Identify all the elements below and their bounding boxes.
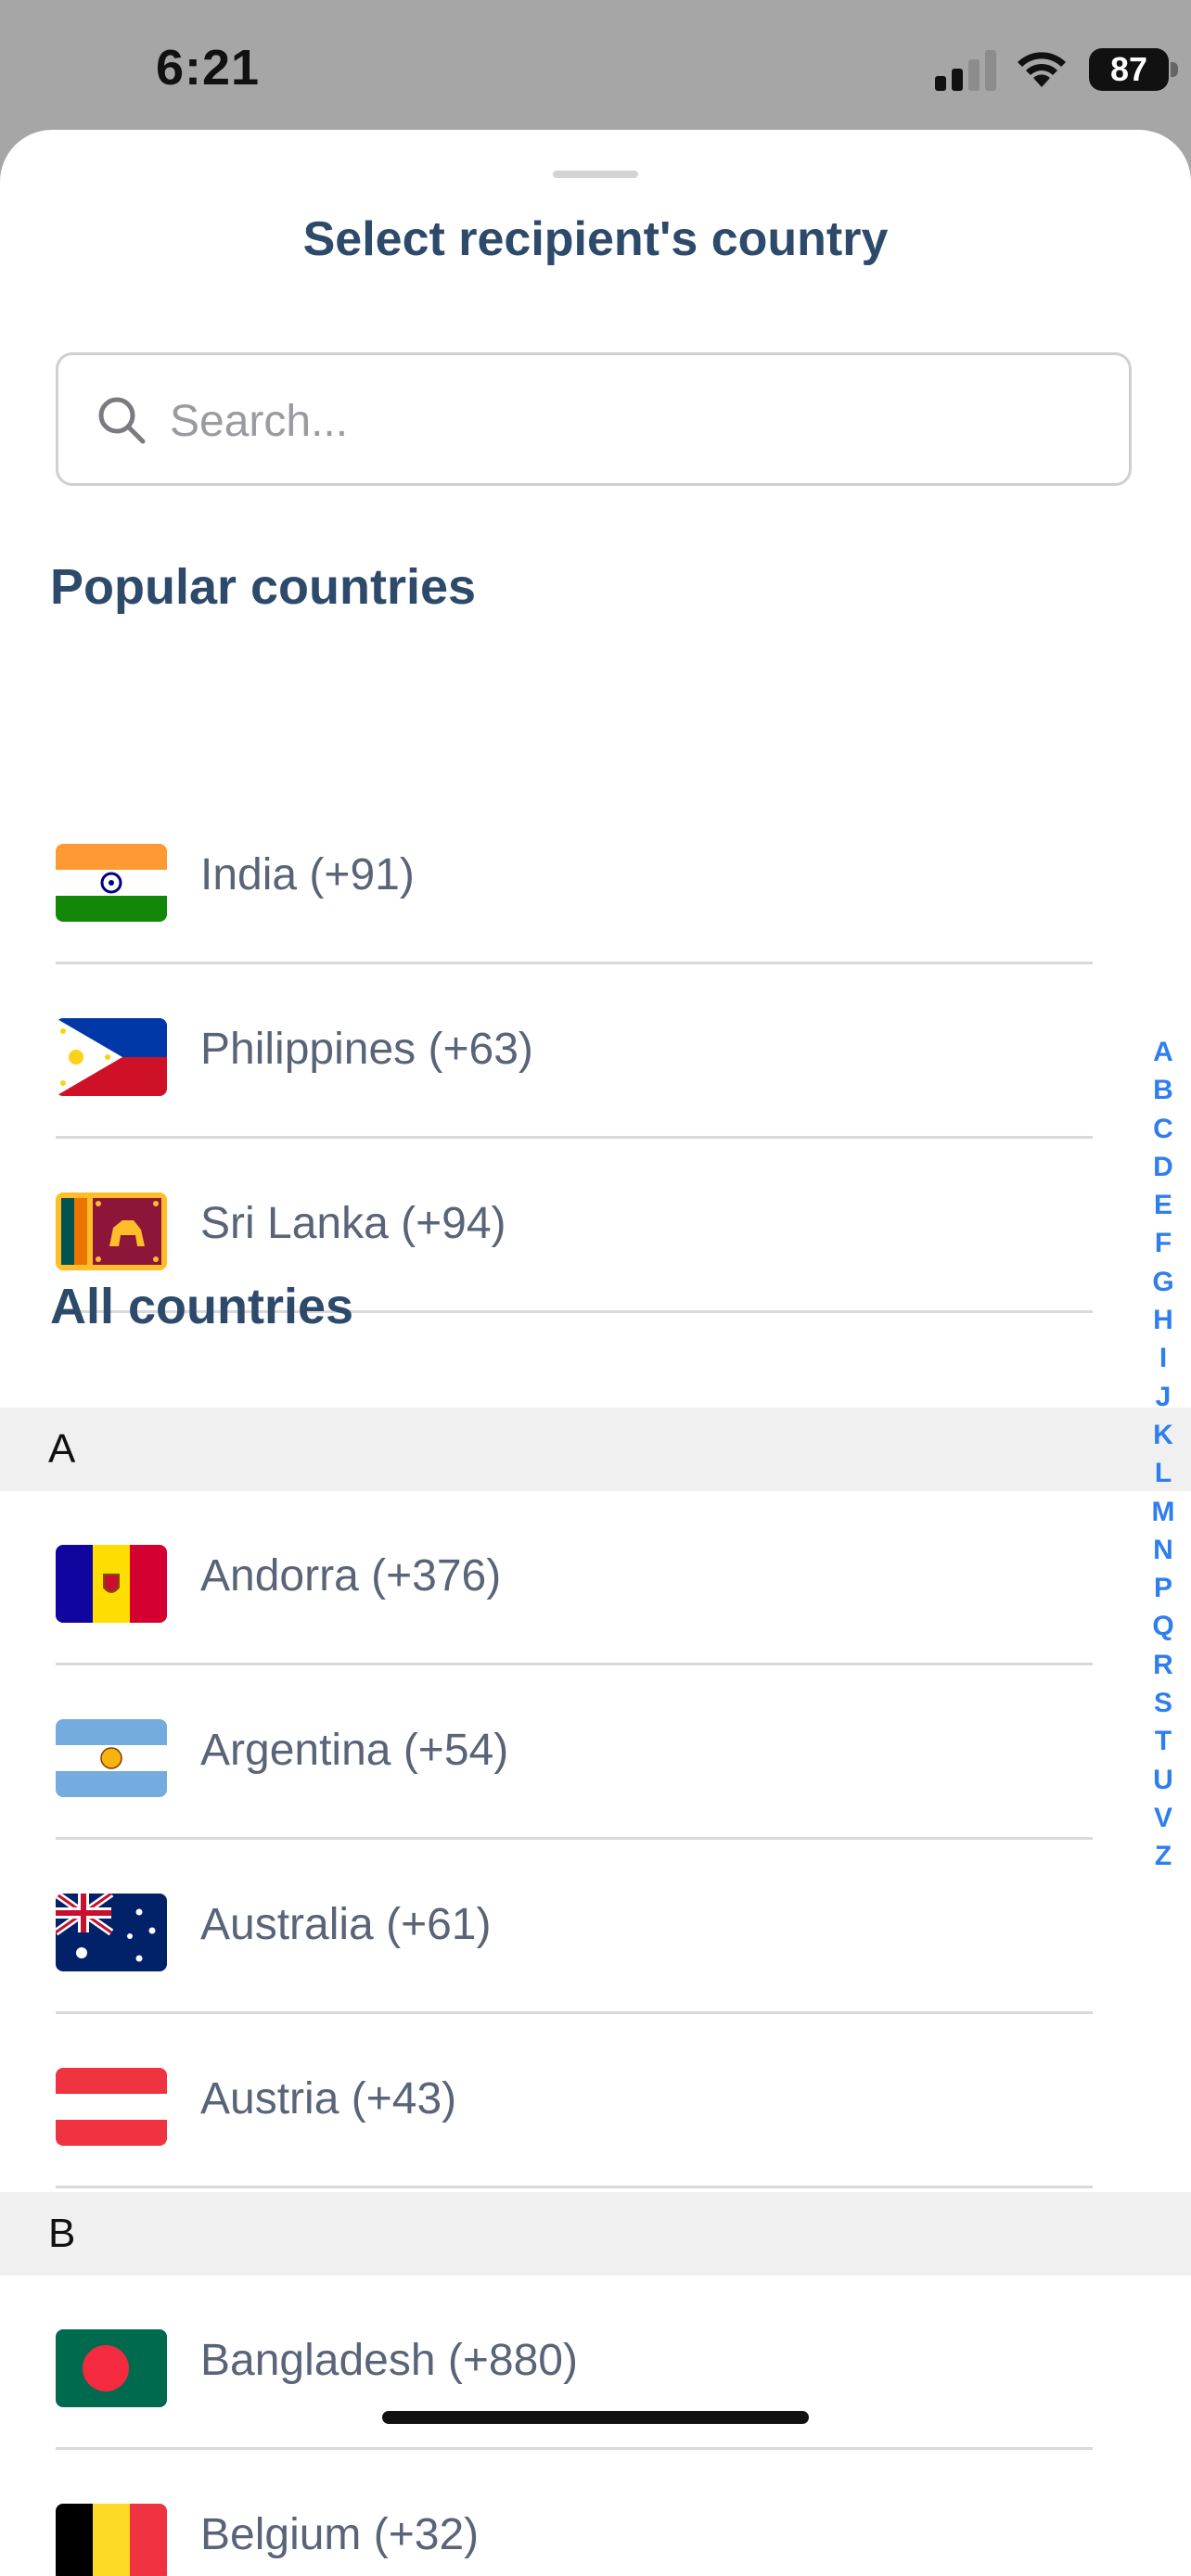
search-input[interactable] (168, 374, 1081, 468)
country-row-philippines[interactable]: Philippines (+63) (0, 964, 1141, 1139)
index-letter-v[interactable]: V (1145, 1799, 1182, 1837)
index-letter-s[interactable]: S (1145, 1684, 1182, 1722)
search-field[interactable] (56, 352, 1132, 486)
country-label: Australia (+61) (200, 1900, 492, 1949)
country-label: Andorra (+376) (200, 1551, 502, 1600)
index-letter-b[interactable]: B (1145, 1071, 1182, 1109)
index-letter-m[interactable]: M (1145, 1493, 1182, 1531)
index-letter-t[interactable]: T (1145, 1722, 1182, 1760)
section-letter-a: A (0, 1408, 1191, 1491)
search-icon (98, 397, 146, 444)
index-letter-k[interactable]: K (1145, 1416, 1182, 1454)
country-label: Argentina (+54) (200, 1726, 509, 1775)
country-label: Sri Lanka (+94) (200, 1199, 506, 1248)
index-letter-n[interactable]: N (1145, 1531, 1182, 1569)
popular-countries-heading: Popular countries (50, 559, 477, 615)
austria-flag-icon (56, 2068, 167, 2146)
index-letter-u[interactable]: U (1145, 1761, 1182, 1799)
index-letter-j[interactable]: J (1145, 1378, 1182, 1416)
alphabet-index[interactable]: ABCDEFGHIJKLMNPQRSTUVZ (1145, 1033, 1182, 1876)
section-letter-b: B (0, 2192, 1191, 2276)
country-row-belgium[interactable]: Belgium (+32) (0, 2450, 1141, 2576)
india-flag-icon (56, 844, 167, 922)
country-row-india[interactable]: India (+91) (0, 790, 1141, 964)
country-row-australia[interactable]: Australia (+61) (0, 1840, 1141, 2014)
index-letter-h[interactable]: H (1145, 1301, 1182, 1339)
index-letter-a[interactable]: A (1145, 1033, 1182, 1071)
index-letter-p[interactable]: P (1145, 1569, 1182, 1607)
country-label: Philippines (+63) (200, 1025, 533, 1074)
index-letter-i[interactable]: I (1145, 1339, 1182, 1377)
cellular-signal-icon (935, 50, 996, 91)
battery-level: 87 (1109, 50, 1148, 88)
country-picker-sheet: Select recipient's country Popular count… (0, 130, 1191, 2576)
all-countries-heading: All countries (50, 1279, 354, 1334)
index-letter-d[interactable]: D (1145, 1148, 1182, 1186)
country-row-argentina[interactable]: Argentina (+54) (0, 1665, 1141, 1840)
andorra-flag-icon (56, 1545, 167, 1623)
status-icons: 87 (820, 0, 1191, 130)
status-bar: 6:21 87 (0, 0, 1191, 130)
index-letter-q[interactable]: Q (1145, 1607, 1182, 1645)
row-divider (56, 2186, 1093, 2188)
index-letter-z[interactable]: Z (1145, 1837, 1182, 1875)
section-letter: B (48, 2211, 76, 2256)
sri-lanka-flag-icon (56, 1192, 167, 1270)
bangladesh-flag-icon (56, 2329, 167, 2407)
index-letter-l[interactable]: L (1145, 1454, 1182, 1492)
home-indicator[interactable] (382, 2411, 809, 2424)
australia-flag-icon (56, 1894, 167, 1971)
index-letter-c[interactable]: C (1145, 1110, 1182, 1148)
wifi-icon (1018, 52, 1066, 87)
country-label: India (+91) (200, 850, 415, 899)
country-label: Bangladesh (+880) (200, 2336, 578, 2385)
index-letter-f[interactable]: F (1145, 1224, 1182, 1262)
country-label: Austria (+43) (200, 2074, 457, 2123)
country-label: Belgium (+32) (200, 2510, 480, 2559)
philippines-flag-icon (56, 1018, 167, 1096)
argentina-flag-icon (56, 1719, 167, 1797)
section-letter: A (48, 1426, 76, 1472)
belgium-flag-icon (56, 2504, 167, 2576)
status-time: 6:21 (156, 40, 261, 96)
index-letter-g[interactable]: G (1145, 1263, 1182, 1301)
country-row-austria[interactable]: Austria (+43) (0, 2014, 1141, 2188)
battery-icon: 87 (1089, 48, 1182, 91)
index-letter-r[interactable]: R (1145, 1646, 1182, 1684)
sheet-grabber[interactable] (553, 171, 638, 178)
index-letter-e[interactable]: E (1145, 1186, 1182, 1224)
country-row-andorra[interactable]: Andorra (+376) (0, 1491, 1141, 1665)
sheet-title: Select recipient's country (302, 212, 889, 266)
